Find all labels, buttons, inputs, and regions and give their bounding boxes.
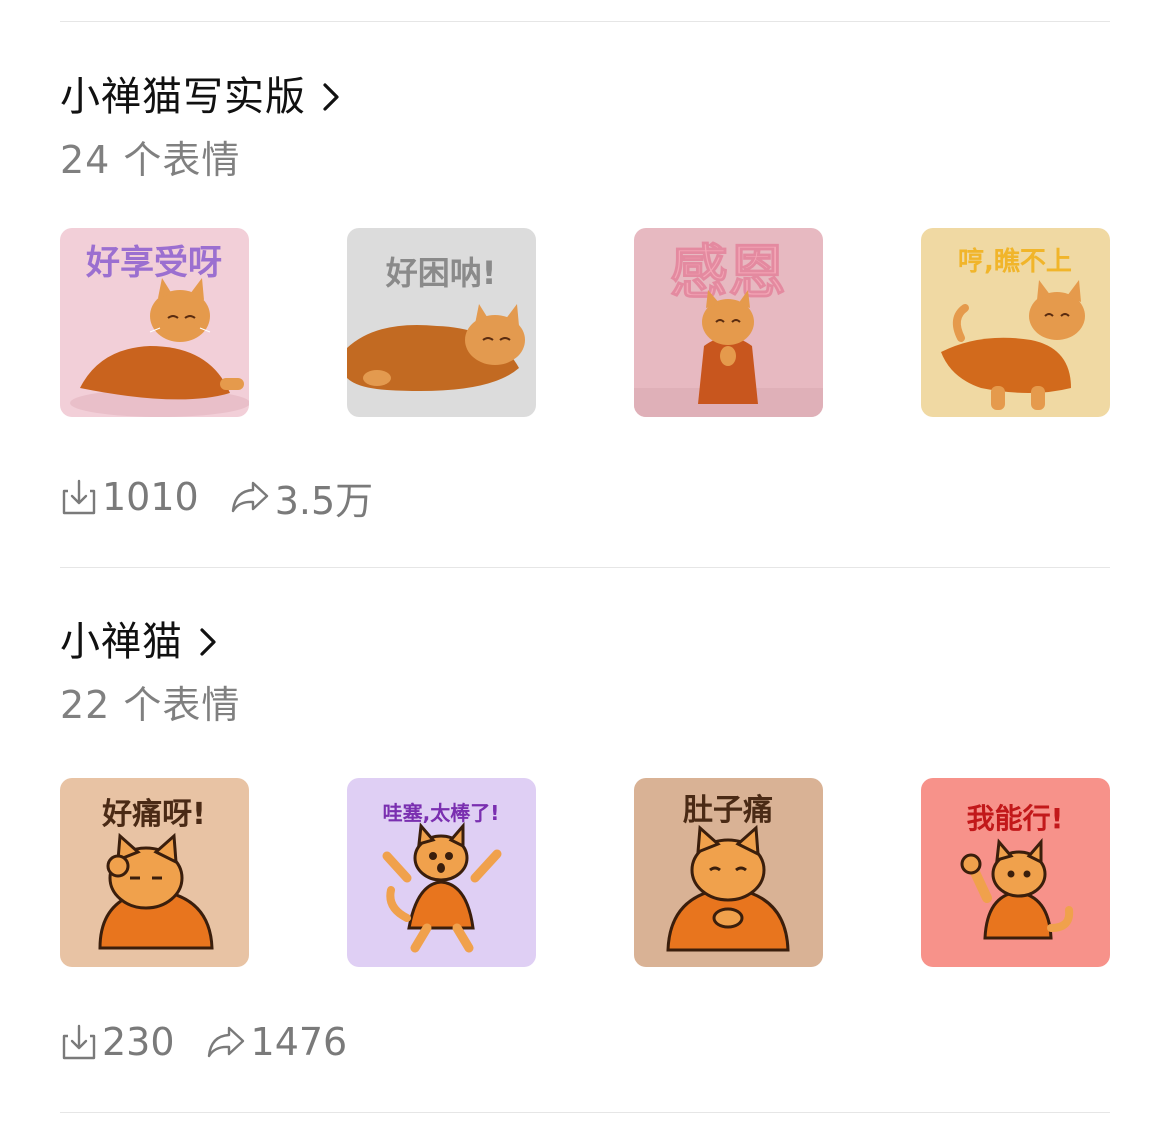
share-icon <box>229 477 271 517</box>
pack-stats: 1010 3.5万 <box>60 470 403 525</box>
share-stat[interactable]: 3.5万 <box>229 470 373 525</box>
sticker-thumbnail[interactable]: 好享受呀 <box>60 228 249 417</box>
divider-middle <box>60 567 1110 568</box>
download-count: 1010 <box>102 475 199 519</box>
sticker-pack: 小禅猫 22 个表情 好痛呀! 哇塞,太棒了! 肚子痛 我能行! 230 147… <box>60 617 1110 1097</box>
share-count: 1476 <box>250 1020 348 1064</box>
divider-top <box>60 21 1110 22</box>
sticker-caption: 感恩 <box>670 238 786 306</box>
sticker-thumbnails: 好享受呀 好困呐! 感恩 哼,瞧不上 <box>60 228 1110 417</box>
chevron-right-icon <box>322 82 340 112</box>
sticker-thumbnails: 好痛呀! 哇塞,太棒了! 肚子痛 我能行! <box>60 778 1110 967</box>
sticker-thumbnail[interactable]: 我能行! <box>921 778 1110 967</box>
sticker-caption: 肚子痛 <box>683 793 773 828</box>
chevron-right-icon <box>199 627 217 657</box>
download-icon <box>60 1022 98 1062</box>
pack-title-link[interactable]: 小禅猫写实版 <box>60 72 340 122</box>
sticker-pack: 小禅猫写实版 24 个表情 好享受呀 好困呐! 感恩 哼,瞧不上 1010 3.… <box>60 72 1110 552</box>
sticker-caption: 好困呐! <box>385 254 497 292</box>
download-count: 230 <box>102 1020 175 1064</box>
sticker-caption: 好痛呀! <box>101 797 206 832</box>
pack-sticker-count: 24 个表情 <box>60 138 241 182</box>
download-icon <box>60 477 98 517</box>
share-icon <box>205 1022 247 1062</box>
sticker-thumbnail[interactable]: 感恩 <box>634 228 823 417</box>
pack-title: 小禅猫写实版 <box>60 74 306 120</box>
sticker-caption: 哼,瞧不上 <box>958 246 1072 277</box>
sticker-thumbnail[interactable]: 哇塞,太棒了! <box>347 778 536 967</box>
divider-bottom <box>60 1112 1110 1113</box>
share-count: 3.5万 <box>274 478 374 523</box>
download-stat[interactable]: 230 <box>60 1020 175 1064</box>
download-stat[interactable]: 1010 <box>60 475 199 519</box>
sticker-thumbnail[interactable]: 哼,瞧不上 <box>921 228 1110 417</box>
sticker-caption: 我能行! <box>967 802 1064 835</box>
pack-stats: 230 1476 <box>60 1017 377 1067</box>
sticker-thumbnail[interactable]: 肚子痛 <box>634 778 823 967</box>
pack-title: 小禅猫 <box>60 619 183 665</box>
sticker-thumbnail[interactable]: 好痛呀! <box>60 778 249 967</box>
pack-title-link[interactable]: 小禅猫 <box>60 617 217 667</box>
share-stat[interactable]: 1476 <box>205 1020 348 1064</box>
sticker-caption: 好享受呀 <box>85 243 222 283</box>
sticker-thumbnail[interactable]: 好困呐! <box>347 228 536 417</box>
pack-sticker-count: 22 个表情 <box>60 683 241 727</box>
sticker-caption: 哇塞,太棒了! <box>383 801 500 825</box>
